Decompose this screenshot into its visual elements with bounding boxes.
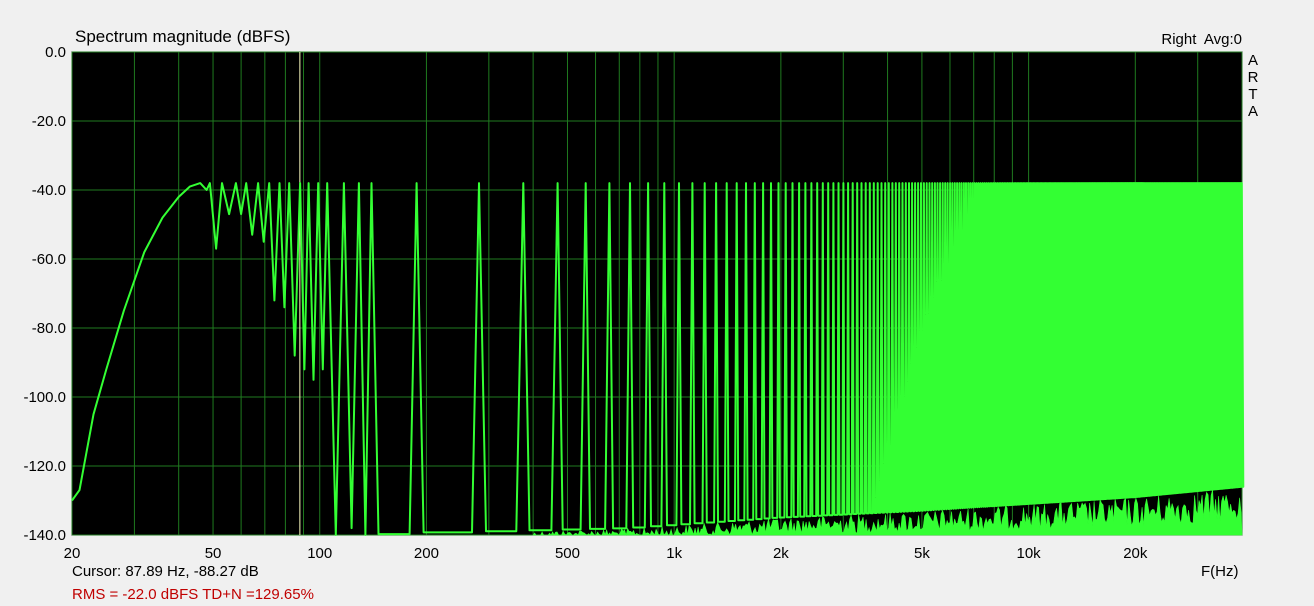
y-tick-label: -20.0 xyxy=(32,113,66,130)
spectrum-chart[interactable]: 0.0 -20.0 -40.0 -60.0 -80.0 -100.0 -120.0 -140.… xyxy=(0,0,1314,606)
x-tick-label: 200 xyxy=(414,545,439,562)
y-tick-label: -140.0 xyxy=(23,527,66,544)
y-axis-ticks: 0.0 -20.0 -40.0 -60.0 -80.0 -100.0 -120.0 -140.… xyxy=(23,44,66,544)
x-tick-label: 2k xyxy=(773,545,789,562)
x-tick-label: 20 xyxy=(64,545,81,562)
y-tick-label: 0.0 xyxy=(45,44,66,61)
y-tick-label: -100.0 xyxy=(23,389,66,406)
y-tick-label: -40.0 xyxy=(32,182,66,199)
x-tick-label: 50 xyxy=(205,545,222,562)
x-tick-label: 5k xyxy=(914,545,930,562)
x-tick-label: 10k xyxy=(1017,545,1042,562)
rms-readout: RMS = -22.0 dBFS TD+N =129.65% xyxy=(72,586,314,603)
x-tick-label: 500 xyxy=(555,545,580,562)
x-axis-unit: F(Hz) xyxy=(1201,563,1239,580)
x-tick-label: 20k xyxy=(1123,545,1148,562)
x-axis-ticks: 20 50 100 200 500 1k 2k 5k 10k 20k xyxy=(64,545,1148,562)
cursor-readout: Cursor: 87.89 Hz, -88.27 dB xyxy=(72,563,259,580)
x-tick-label: 100 xyxy=(307,545,332,562)
y-tick-label: -120.0 xyxy=(23,458,66,475)
x-tick-label: 1k xyxy=(666,545,682,562)
y-tick-label: -60.0 xyxy=(32,251,66,268)
y-tick-label: -80.0 xyxy=(32,320,66,337)
